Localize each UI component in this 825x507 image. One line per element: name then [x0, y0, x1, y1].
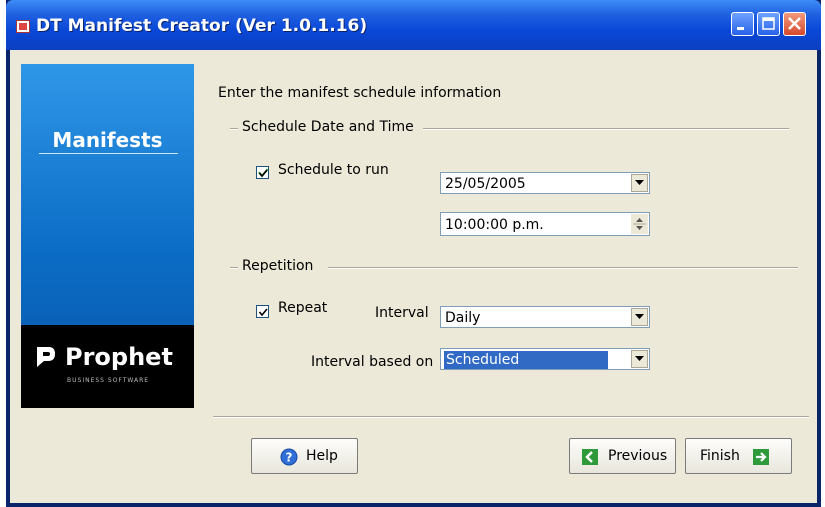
schedule-date-value: 25/05/2005 [445, 176, 526, 192]
arrow-right-icon [753, 449, 769, 465]
previous-button[interactable]: Previous [569, 438, 676, 474]
instruction-text: Enter the manifest schedule information [218, 85, 502, 101]
schedule-time-value: 10:00:00 p.m. [445, 217, 544, 233]
dialog-client: Manifests Prophet BUSINESS SOFTWARE Ente… [10, 50, 817, 503]
date-dropdown-button[interactable] [631, 174, 648, 192]
interval-based-on-label: Interval based on [311, 354, 434, 370]
interval-based-on-dropdown-button[interactable] [631, 350, 648, 368]
interval-select[interactable]: Daily [440, 306, 650, 328]
spin-arrows-icon [633, 218, 646, 230]
interval-based-on-value: Scheduled [444, 351, 608, 369]
prophet-logo-icon [37, 347, 55, 367]
time-spinner[interactable] [631, 214, 648, 234]
interval-label: Interval [375, 305, 429, 321]
checkmark-icon [258, 168, 269, 178]
schedule-to-run-label[interactable]: Schedule to run [278, 162, 389, 178]
schedule-to-run-checkbox[interactable] [256, 166, 269, 179]
chevron-down-icon [635, 314, 644, 319]
brand-name: Prophet [65, 343, 173, 371]
repetition-group-line-left [230, 267, 238, 269]
schedule-date-picker[interactable]: 25/05/2005 [440, 172, 650, 194]
repeat-checkbox[interactable] [256, 305, 269, 318]
schedule-group-line-right [423, 128, 789, 130]
svg-text:?: ? [286, 451, 293, 465]
schedule-time-input[interactable]: 10:00:00 p.m. [440, 212, 650, 236]
maximize-button[interactable] [757, 12, 780, 36]
help-label: Help [306, 448, 338, 464]
window-title: DT Manifest Creator (Ver 1.0.1.16) [36, 16, 368, 36]
interval-dropdown-button[interactable] [631, 308, 648, 326]
close-icon [788, 17, 801, 30]
brand-logo-area: Prophet BUSINESS SOFTWARE [21, 325, 194, 408]
dialog-window: DT Manifest Creator (Ver 1.0.1.16) Manif… [6, 0, 821, 507]
maximize-icon [762, 17, 775, 30]
interval-value: Daily [445, 310, 481, 326]
schedule-group-title: Schedule Date and Time [242, 119, 414, 135]
repetition-group-line-right [328, 267, 798, 269]
close-button[interactable] [783, 12, 806, 36]
checkmark-icon [258, 308, 268, 317]
repeat-label[interactable]: Repeat [278, 300, 327, 316]
side-panel-divider [39, 153, 178, 154]
schedule-group-line-left [230, 128, 238, 130]
interval-based-on-select[interactable]: Scheduled [440, 348, 650, 370]
finish-button[interactable]: Finish [685, 438, 792, 474]
side-panel-heading: Manifests [52, 128, 163, 152]
minimize-icon [737, 27, 744, 30]
brand-subtitle: BUSINESS SOFTWARE [67, 377, 150, 384]
previous-label: Previous [608, 448, 668, 464]
side-panel: Manifests Prophet BUSINESS SOFTWARE [21, 64, 194, 408]
app-icon[interactable] [16, 20, 30, 33]
chevron-down-icon [635, 356, 644, 361]
arrow-left-icon [582, 449, 598, 465]
repetition-group-title: Repetition [242, 258, 314, 274]
minimize-button[interactable] [731, 12, 754, 36]
help-icon: ? [280, 448, 298, 466]
footer-divider [213, 416, 809, 418]
finish-label: Finish [700, 448, 740, 464]
chevron-down-icon [635, 180, 644, 185]
help-button[interactable]: ? Help [251, 438, 358, 474]
title-bar[interactable]: DT Manifest Creator (Ver 1.0.1.16) [6, 0, 821, 50]
